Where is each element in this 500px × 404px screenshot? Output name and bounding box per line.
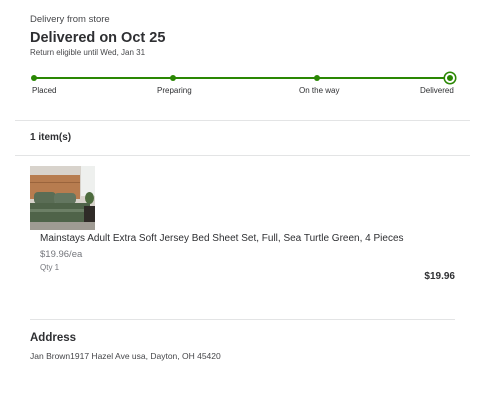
items-count-heading: 1 item(s) bbox=[30, 132, 72, 143]
product-line-total: $19.96 bbox=[424, 271, 455, 282]
tracker-step-label-on-the-way: On the way bbox=[299, 86, 340, 95]
section-divider bbox=[15, 120, 470, 121]
order-details-page: Delivery from store Delivered on Oct 25 … bbox=[0, 0, 500, 404]
product-unit-price: $19.96/ea bbox=[40, 249, 83, 260]
product-quantity: Qty 1 bbox=[40, 263, 60, 272]
tracker-step-dot-on-the-way bbox=[314, 75, 320, 81]
product-name-link[interactable]: Mainstays Adult Extra Soft Jersey Bed Sh… bbox=[40, 233, 404, 244]
delivery-type-label: Delivery from store bbox=[30, 14, 110, 25]
order-progress-tracker bbox=[31, 72, 455, 84]
tracker-step-label-preparing: Preparing bbox=[157, 86, 192, 95]
tracker-progress-line bbox=[34, 77, 450, 79]
tracker-step-label-delivered: Delivered bbox=[420, 86, 454, 95]
section-divider bbox=[30, 319, 455, 320]
tracker-step-label-placed: Placed bbox=[32, 86, 57, 95]
order-status-title: Delivered on Oct 25 bbox=[30, 30, 166, 46]
return-eligibility-note: Return eligible until Wed, Jan 31 bbox=[30, 48, 146, 57]
product-image[interactable] bbox=[30, 166, 95, 230]
address-heading: Address bbox=[30, 332, 77, 344]
delivery-address: Jan Brown1917 Hazel Ave usa, Dayton, OH … bbox=[30, 351, 221, 361]
section-divider bbox=[15, 155, 470, 156]
tracker-step-dot-placed bbox=[31, 75, 37, 81]
tracker-step-dot-delivered bbox=[445, 73, 455, 83]
tracker-step-dot-preparing bbox=[170, 75, 176, 81]
